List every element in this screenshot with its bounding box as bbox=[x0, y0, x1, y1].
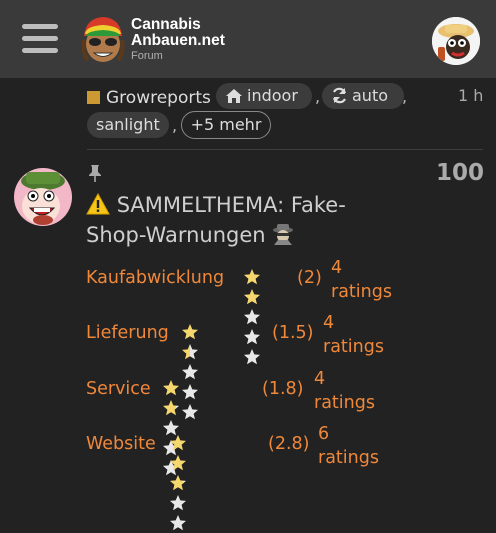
site-title[interactable]: Cannabis Anbauen.net bbox=[131, 17, 225, 49]
star-icon bbox=[182, 364, 198, 380]
tag-auto-label: auto bbox=[352, 86, 389, 105]
detective-icon bbox=[273, 224, 294, 245]
star-icon bbox=[163, 380, 179, 396]
rating-count: 4 ratings bbox=[323, 311, 384, 359]
pin-icon bbox=[89, 165, 101, 182]
rating-label[interactable]: Service bbox=[86, 379, 151, 399]
rating-count-number: 4 bbox=[331, 258, 343, 278]
star-icon bbox=[163, 400, 179, 416]
category-color-badge bbox=[87, 91, 100, 104]
star-icon bbox=[244, 289, 260, 305]
star-rating bbox=[243, 267, 261, 365]
rating-count-number: 4 bbox=[323, 313, 335, 333]
star-icon bbox=[182, 404, 198, 420]
site-title-line2: Anbauen.net bbox=[131, 32, 225, 49]
rating-count: 4 ratings bbox=[314, 367, 375, 415]
star-icon bbox=[182, 324, 198, 340]
hamburger-menu-icon[interactable] bbox=[22, 24, 58, 54]
home-icon bbox=[226, 89, 242, 103]
site-header: Cannabis Anbauen.net Forum bbox=[0, 0, 496, 78]
star-icon bbox=[170, 495, 186, 511]
warning-icon bbox=[86, 193, 110, 215]
rating-count-unit: ratings bbox=[323, 337, 384, 357]
star-icon bbox=[182, 344, 198, 360]
tag-indoor[interactable]: indoor bbox=[216, 83, 312, 109]
star-icon bbox=[182, 384, 198, 400]
reply-count[interactable]: 100 bbox=[436, 160, 484, 186]
topic-title-line1: SAMMELTHEMA: Fake- bbox=[86, 190, 386, 220]
site-title-line1: Cannabis bbox=[131, 16, 201, 33]
poster-avatar[interactable] bbox=[14, 168, 72, 226]
sync-icon bbox=[332, 87, 347, 104]
star-icon bbox=[170, 475, 186, 491]
star-icon bbox=[170, 435, 186, 451]
poster-avatar-image bbox=[14, 168, 72, 226]
rating-score: (1.8) bbox=[262, 379, 304, 399]
star-rating bbox=[162, 378, 180, 476]
star-icon bbox=[244, 309, 260, 325]
tag-sanlight[interactable]: sanlight bbox=[87, 112, 169, 138]
topic-title-text-1: SAMMELTHEMA: Fake- bbox=[116, 193, 346, 217]
site-logo-rasta-avatar[interactable] bbox=[80, 14, 126, 64]
star-icon bbox=[244, 329, 260, 345]
activity-time[interactable]: 1 h bbox=[458, 86, 483, 105]
rating-count: 6 ratings bbox=[318, 422, 379, 470]
rating-count-unit: ratings bbox=[318, 448, 379, 468]
topic-title-text-2: Shop-Warnungen bbox=[86, 223, 266, 247]
rating-score: (1.5) bbox=[272, 323, 314, 343]
tag-indoor-label: indoor bbox=[247, 86, 298, 105]
rating-label[interactable]: Kaufabwicklung bbox=[86, 268, 224, 288]
rating-count-unit: ratings bbox=[331, 282, 392, 302]
topic-title-line2: Shop-Warnungen bbox=[86, 220, 386, 250]
divider bbox=[87, 149, 483, 150]
tag-auto[interactable]: auto bbox=[322, 83, 404, 109]
rating-count: 4 ratings bbox=[331, 256, 392, 304]
user-avatar[interactable] bbox=[432, 17, 480, 65]
tag-separator: , bbox=[172, 116, 178, 135]
tag-separator: , bbox=[315, 87, 321, 106]
star-rating bbox=[181, 322, 199, 420]
tag-sanlight-label: sanlight bbox=[96, 115, 160, 134]
user-avatar-image bbox=[432, 17, 480, 65]
topic-title-link[interactable]: SAMMELTHEMA: Fake- Shop-Warnungen bbox=[86, 190, 386, 250]
star-icon bbox=[244, 349, 260, 365]
rating-count-unit: ratings bbox=[314, 393, 375, 413]
site-subtitle: Forum bbox=[131, 50, 163, 62]
rating-score: (2.8) bbox=[268, 434, 310, 454]
rating-label[interactable]: Website bbox=[86, 434, 156, 454]
star-icon bbox=[244, 269, 260, 285]
rating-score: (2) bbox=[297, 268, 322, 288]
more-tags-button[interactable]: +5 mehr bbox=[181, 111, 271, 139]
star-icon bbox=[170, 515, 186, 531]
star-icon bbox=[170, 455, 186, 471]
tag-separator: , bbox=[402, 87, 408, 106]
star-rating bbox=[169, 433, 187, 531]
rating-label[interactable]: Lieferung bbox=[86, 323, 169, 343]
category-link[interactable]: Growreports bbox=[106, 88, 211, 108]
rating-count-number: 6 bbox=[318, 424, 330, 444]
rating-count-number: 4 bbox=[314, 369, 326, 389]
